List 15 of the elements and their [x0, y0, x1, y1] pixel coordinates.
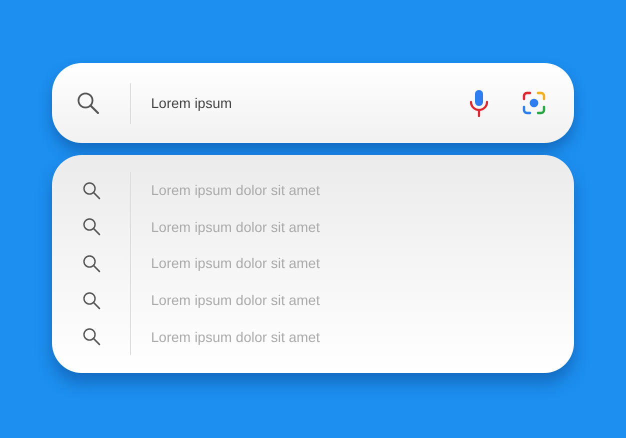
search-icon [76, 91, 100, 115]
camera-icon[interactable] [522, 91, 546, 115]
search-icon [82, 254, 100, 273]
suggestion-item[interactable]: Lorem ipsum dolor sit amet [52, 172, 574, 209]
microphone-icon[interactable] [468, 89, 490, 117]
search-text: Lorem ipsum [151, 95, 233, 111]
suggestion-item[interactable]: Lorem ipsum dolor sit amet [52, 318, 574, 355]
search-icon [82, 180, 100, 200]
search-icon [82, 327, 100, 346]
suggestion-item[interactable]: Lorem ipsum dolor sit amet [52, 245, 574, 282]
search-icon [82, 290, 100, 310]
search-field[interactable]: Lorem ipsum [52, 63, 574, 143]
search-icon [82, 217, 100, 236]
suggestion-item[interactable]: Lorem ipsum dolor sit amet [52, 208, 574, 246]
suggestion-item[interactable]: Lorem ipsum dolor sit amet [52, 282, 574, 318]
